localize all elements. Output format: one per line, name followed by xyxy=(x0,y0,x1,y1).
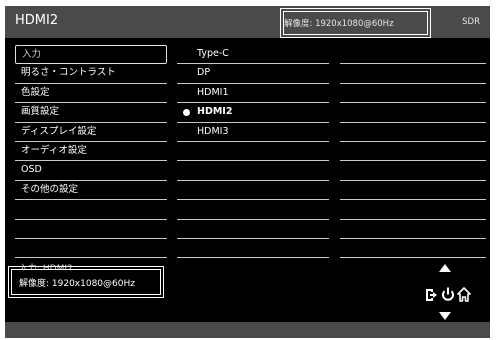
input-title: HDMI2 xyxy=(15,13,59,28)
category-label: ディスプレイ設定 xyxy=(21,125,97,137)
sub-option-empty-row xyxy=(340,161,486,181)
category-empty-row xyxy=(15,239,167,259)
sub-option-empty-row xyxy=(340,64,486,84)
current-resolution-info: 解像度: 1920x1080@60Hz xyxy=(19,279,135,289)
sub-option-empty-row xyxy=(340,84,486,104)
down-arrow-icon[interactable] xyxy=(439,312,451,320)
header-resolution: 解像度: 1920x1080@60Hz xyxy=(284,19,394,29)
option-label: HDMI3 xyxy=(197,125,229,137)
nav-controls xyxy=(423,264,473,320)
category-list: 入力明るさ・コントラスト 色設定画質設定ディスプレイ設定 オーディオ設定 OSD その他… xyxy=(15,45,167,259)
option-item[interactable]: HDMI1 xyxy=(177,84,329,104)
category-label: その他の設定 xyxy=(21,183,79,195)
option-item[interactable]: HDMI2 xyxy=(177,103,329,123)
category-label: 明るさ・コントラスト xyxy=(21,67,116,79)
power-icon[interactable] xyxy=(441,287,455,302)
category-item[interactable]: ディスプレイ設定 xyxy=(15,123,167,142)
category-empty-row xyxy=(15,200,167,220)
category-label: OSD xyxy=(21,164,42,176)
category-item[interactable]: 画質設定 xyxy=(15,103,167,123)
hdr-mode-badge: SDR xyxy=(462,17,480,27)
option-empty-row xyxy=(177,239,329,259)
sub-option-empty-row xyxy=(340,103,486,123)
header-bar: HDMI2 解像度: 1920x1080@60Hz SDR xyxy=(5,6,490,38)
category-item[interactable]: その他の設定 xyxy=(15,181,167,201)
selected-dot-icon xyxy=(183,109,190,117)
option-empty-row xyxy=(177,181,329,201)
option-label: DP xyxy=(197,67,211,79)
category-label: 画質設定 xyxy=(21,106,60,118)
option-item[interactable]: Type-C xyxy=(177,45,329,65)
category-item[interactable]: オーディオ設定 xyxy=(15,142,167,162)
category-item[interactable]: 色設定 xyxy=(15,84,167,104)
category-label: 入力 xyxy=(22,49,42,60)
option-empty-row xyxy=(177,200,329,220)
option-label: HDMI2 xyxy=(197,106,233,118)
option-empty-row xyxy=(177,142,329,162)
sub-option-list xyxy=(340,45,486,259)
osd-menu: HDMI2 解像度: 1920x1080@60Hz SDR 入力明るさ・コントラ… xyxy=(5,6,490,338)
sub-option-empty-row xyxy=(340,220,486,239)
category-item[interactable]: 明るさ・コントラスト xyxy=(15,64,167,84)
category-label: オーディオ設定 xyxy=(21,144,87,156)
option-item[interactable]: HDMI3 xyxy=(177,123,329,142)
option-label: HDMI1 xyxy=(197,86,229,98)
footer-bar xyxy=(5,322,490,338)
up-arrow-icon[interactable] xyxy=(439,264,451,272)
sub-option-empty-row xyxy=(340,181,486,201)
option-label: Type-C xyxy=(197,48,229,59)
category-item[interactable]: OSD xyxy=(15,161,167,181)
category-label: 色設定 xyxy=(21,86,50,98)
option-list: Type-C DP HDMI1 HDMI2 HDMI3 xyxy=(177,45,329,259)
category-item[interactable]: 入力 xyxy=(15,45,167,65)
exit-icon[interactable] xyxy=(425,288,441,302)
sub-option-empty-row xyxy=(340,45,486,65)
sub-option-empty-row xyxy=(340,200,486,220)
option-empty-row xyxy=(177,220,329,239)
sub-option-empty-row xyxy=(340,239,486,259)
option-item[interactable]: DP xyxy=(177,64,329,84)
option-empty-row xyxy=(177,161,329,181)
sub-option-empty-row xyxy=(340,142,486,162)
sub-option-empty-row xyxy=(340,123,486,142)
category-empty-row xyxy=(15,220,167,239)
home-icon[interactable] xyxy=(457,287,471,302)
